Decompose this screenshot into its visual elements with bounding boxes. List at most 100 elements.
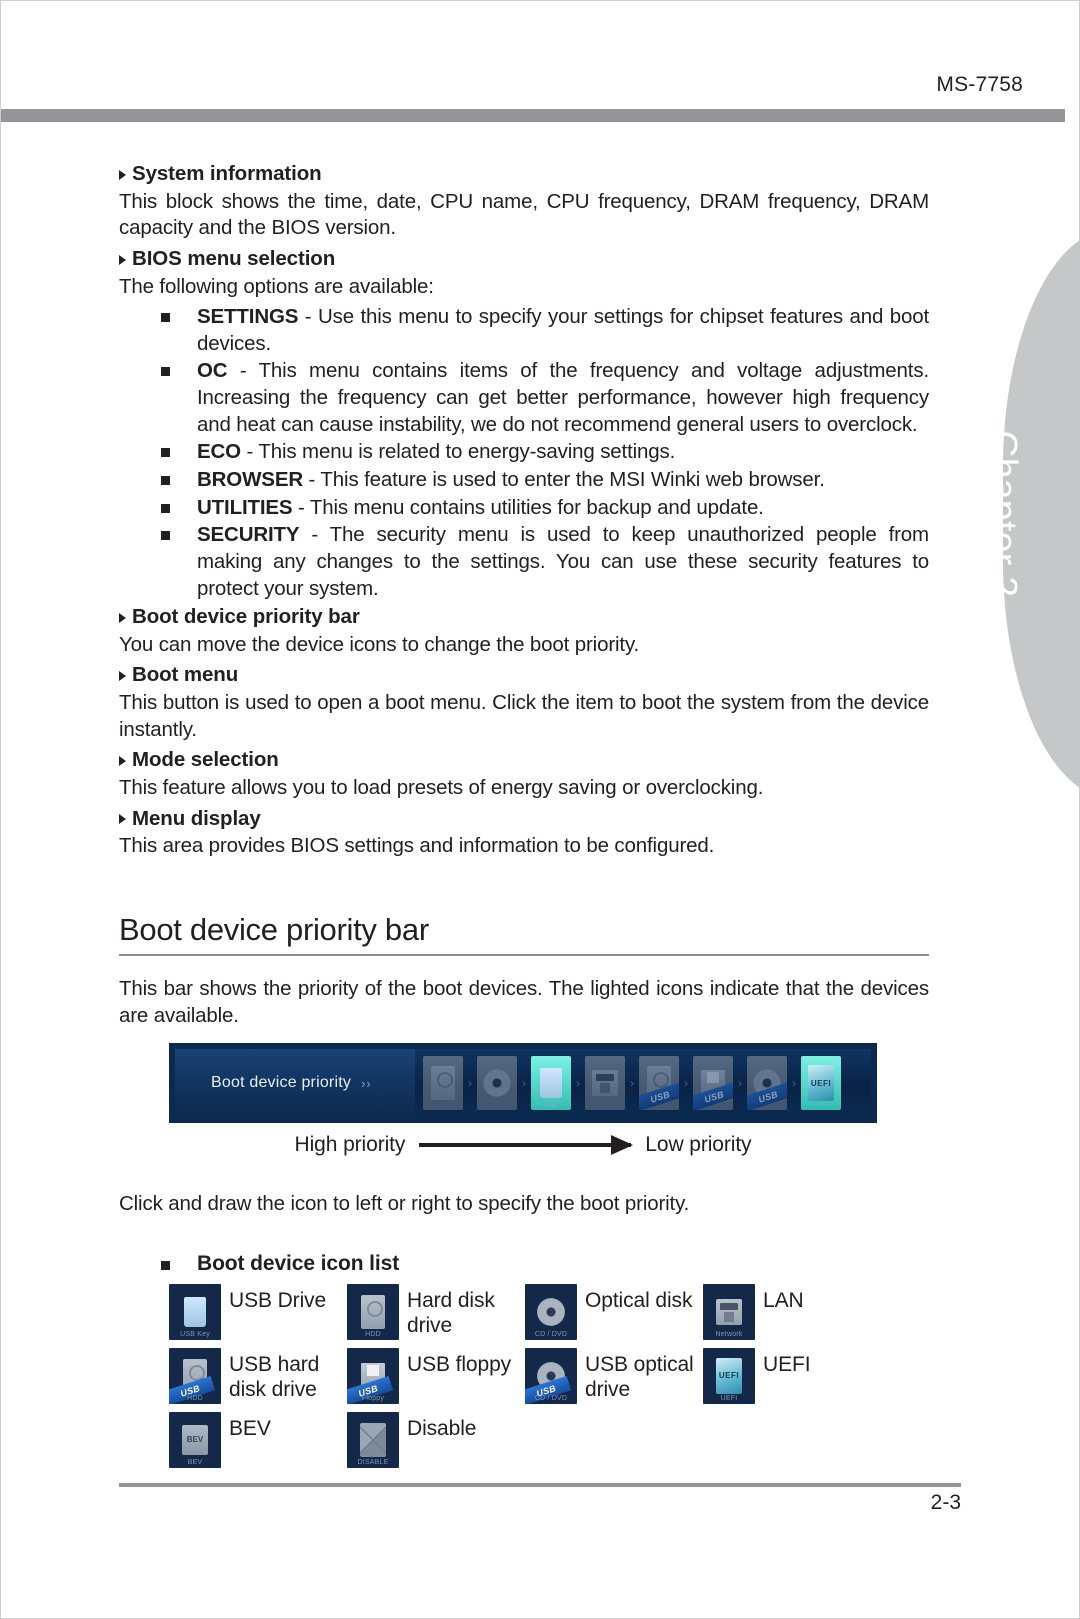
hard-disk-drive-icon: HDD [347,1283,399,1340]
icon-label: USB floppy [407,1352,512,1376]
icon-label: Disable [407,1416,477,1440]
list-item: OC - This menu contains items of the fre… [119,358,929,438]
subheading-system-information: System information [119,161,929,187]
icon-caption: USB Key [180,1330,210,1338]
icon-label: USB optical drive [585,1352,694,1402]
subheading-label: Boot device priority bar [132,605,360,629]
bar-uefi-icon[interactable]: UEFI [801,1056,841,1111]
bar-lan-icon[interactable] [585,1056,625,1111]
triangle-bullet-icon [119,756,126,767]
bar-icon-caption: USB [544,1103,558,1110]
icon-caption: HDD [365,1330,381,1338]
chapter-tab: Chapter 2 [984,229,1080,799]
usb-drive-icon: USB Key [169,1283,221,1340]
cd-glyph [537,1297,565,1326]
triangle-bullet-icon [119,814,126,825]
option-name: SETTINGS [197,305,299,329]
disable-glyph [360,1422,386,1457]
paragraph-boot-bar-intro: This bar shows the priority of the boot … [119,976,929,1027]
paragraph-system-information: This block shows the time, date, CPU nam… [119,189,929,240]
bar-usb-hard-disk-drive-icon[interactable]: USB [639,1056,679,1111]
lan-icon: Network [703,1283,755,1340]
subheading-label: Boot menu [132,663,239,687]
footer-rule [119,1483,961,1487]
subheading-label: BIOS menu selection [132,246,336,270]
bar-usb-drive-icon[interactable]: USB [531,1056,571,1111]
icon-label: Hard disk drive [407,1288,495,1338]
usb-optical-drive-icon: USB CD / DVD [525,1347,577,1404]
low-priority-label: Low priority [645,1133,752,1157]
list-item: SETTINGS - Use this menu to specify your… [119,304,929,357]
icon-caption: CD / DVD [534,1330,568,1338]
icon-caption: CD / DVD [534,1394,568,1402]
separator-icon: › [684,1076,688,1091]
priority-legend: High priority Low priority [169,1133,877,1157]
icon-label: LAN [763,1288,804,1312]
triangle-bullet-icon [119,671,126,682]
option-desc: - This feature is used to enter the MSI … [303,468,825,492]
hdd-glyph [431,1066,455,1101]
hdd-glyph [361,1294,385,1329]
boot-bar-device-icons: › › USB › › USB › USB › USB › UEFI [415,1056,871,1111]
high-priority-label: High priority [294,1133,406,1157]
paragraph-mode-selection: This feature allows you to load presets … [119,776,764,800]
icon-label: Optical disk [585,1288,693,1312]
icon-list-item-usb-hard-disk-drive: USB HDD USB hard disk drive [169,1347,347,1404]
uefi-glyph: UEFI [716,1357,742,1394]
paragraph-menu-display: This area provides BIOS settings and inf… [119,834,715,858]
list-item: SECURITY - The security menu is used to … [119,522,929,602]
bar-hard-disk-drive-icon[interactable] [423,1056,463,1111]
paragraph-drag-instruction: Click and draw the icon to left or right… [119,1192,690,1216]
boot-bar-inner: Boot device priority ›› › › USB › › USB … [175,1049,871,1118]
bar-usb-floppy-icon[interactable]: USB [693,1056,733,1111]
subheading-boot-device-priority-bar: Boot device priority bar [119,604,929,630]
usb-key-glyph [184,1296,206,1327]
boot-device-priority-bar[interactable]: Boot device priority ›› › › USB › › USB … [169,1043,877,1124]
option-desc: - This menu contains utilities for backu… [292,495,764,519]
page-header-model-code: MS-7758 [936,73,1023,96]
section-title-rule [119,953,929,956]
list-item: BROWSER - This feature is used to enter … [119,467,929,494]
subheading-label: Menu display [132,806,261,830]
list-item: ECO - This menu is related to energy-sav… [119,439,929,466]
triangle-bullet-icon [119,613,126,624]
lan-glyph [716,1298,742,1325]
boot-device-priority-bar-figure: Boot device priority ›› › › USB › › USB … [169,1043,877,1124]
option-desc: - This menu contains items of the freque… [197,359,929,436]
optical-disk-icon: CD / DVD [525,1283,577,1340]
icon-list-item-disable: DISABLE Disable [347,1411,525,1468]
disable-icon: DISABLE [347,1411,399,1468]
subheading-menu-display: Menu display [119,806,929,832]
subheading-label: Mode selection [132,748,279,772]
boot-bar-label-panel: Boot device priority ›› [175,1049,415,1118]
bar-usb-optical-drive-icon[interactable]: USB [747,1056,787,1111]
bar-optical-disk-icon[interactable] [477,1056,517,1111]
paragraph-bios-menu-selection: The following options are available: [119,274,434,298]
icon-caption: DISABLE [357,1458,389,1466]
option-name: UTILITIES [197,495,293,519]
subheading-boot-menu: Boot menu [119,662,929,688]
subheading-label: System information [132,162,322,185]
icon-list-item-hard-disk-drive: HDD Hard disk drive [347,1283,525,1340]
boot-device-icon-grid: USB Key USB Drive HDD Hard disk drive CD… [169,1283,929,1468]
uefi-glyph-label: UEFI [718,1371,740,1381]
icon-list-item-optical-disk: CD / DVD Optical disk [525,1283,703,1340]
icon-label: BEV [229,1416,271,1440]
usb-hard-disk-drive-icon: USB HDD [169,1347,221,1404]
subheading-bios-menu-selection: BIOS menu selection [119,246,929,272]
separator-icon: › [468,1076,472,1091]
chevron-right-icon: ›› [361,1075,372,1091]
header-rule [1,109,1079,122]
manual-page: MS-7758 Chapter 2 System information Thi… [0,0,1080,1619]
option-desc: - This menu is related to energy-saving … [240,440,676,464]
icon-list-item-usb-drive: USB Key USB Drive [169,1283,347,1340]
icon-caption: UEFI [720,1394,738,1402]
icon-caption: Floppy [361,1394,385,1402]
icon-label: UEFI [763,1352,811,1376]
icon-list-heading: Boot device icon list [119,1252,929,1276]
uefi-icon: UEFI UEFI [703,1347,755,1404]
icon-list-item-uefi: UEFI UEFI UEFI [703,1347,881,1404]
paragraph-boot-menu: This button is used to open a boot menu.… [119,691,929,741]
option-name: OC [197,359,228,383]
icon-list-item-bev: BEV BEV BEV [169,1411,347,1468]
